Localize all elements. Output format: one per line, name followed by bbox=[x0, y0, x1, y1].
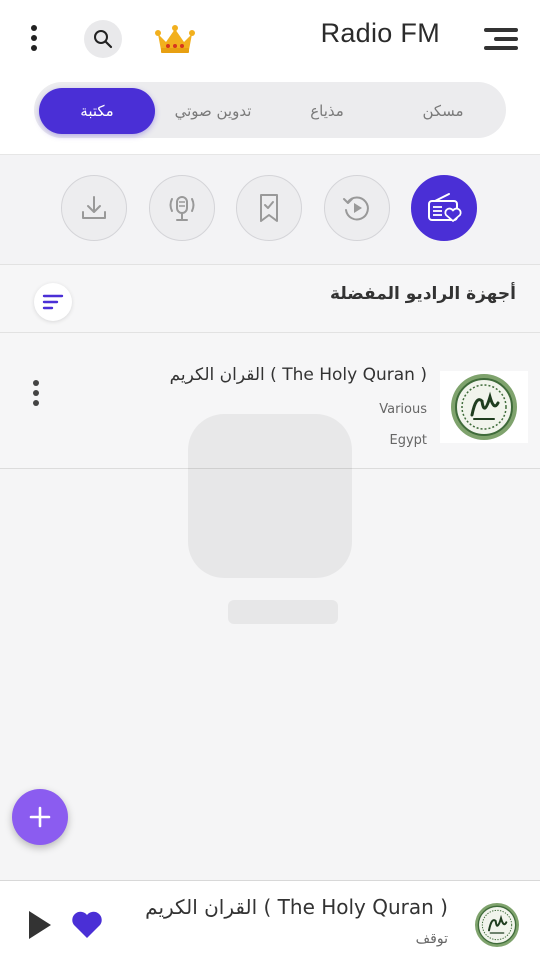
favorites-section-header: أجهزة الراديو المفضلة bbox=[0, 265, 540, 333]
app-header: Radio FM مكتبة تدوين صوتي مذياع مسكن bbox=[0, 0, 540, 155]
tab-podcasts[interactable]: تدوين صوتي bbox=[160, 88, 266, 134]
tab-radio[interactable]: مذياع bbox=[274, 88, 380, 134]
watermark-logo bbox=[188, 414, 352, 644]
sort-button[interactable] bbox=[34, 283, 72, 321]
podcast-microphone-icon bbox=[169, 196, 195, 221]
premium-crown-icon[interactable] bbox=[154, 24, 196, 56]
bookmark-icon bbox=[260, 194, 278, 222]
history-icon bbox=[343, 196, 369, 221]
plus-icon bbox=[29, 806, 51, 828]
section-title: أجهزة الراديو المفضلة bbox=[330, 284, 516, 304]
playback-status: توقف bbox=[415, 931, 448, 947]
hamburger-menu-icon[interactable] bbox=[482, 26, 518, 52]
heart-icon bbox=[72, 911, 102, 938]
mini-player[interactable]: القران الكريم ( The Holy Quran ) توقف bbox=[0, 880, 540, 966]
tab-home[interactable]: مسكن bbox=[390, 88, 496, 134]
more-options-icon[interactable] bbox=[22, 22, 46, 54]
downloads-button[interactable] bbox=[61, 175, 127, 241]
station-title: القران الكريم ( The Holy Quran ) bbox=[169, 365, 427, 385]
tab-library[interactable]: مكتبة bbox=[39, 88, 155, 134]
bookmarks-button[interactable] bbox=[236, 175, 302, 241]
sort-icon bbox=[42, 294, 64, 310]
library-category-row bbox=[0, 155, 540, 265]
podcasts-button[interactable] bbox=[149, 175, 215, 241]
station-options-icon[interactable] bbox=[26, 377, 46, 409]
main-tabs: مكتبة تدوين صوتي مذياع مسكن bbox=[34, 82, 506, 138]
radio-favorite-icon bbox=[428, 193, 462, 222]
now-playing-logo bbox=[472, 900, 522, 950]
station-country: Egypt bbox=[389, 433, 427, 448]
add-station-button[interactable] bbox=[12, 789, 68, 845]
download-icon bbox=[82, 196, 106, 219]
search-icon bbox=[94, 30, 113, 49]
history-button[interactable] bbox=[324, 175, 390, 241]
station-logo bbox=[440, 371, 528, 443]
favorite-radios-button[interactable] bbox=[411, 175, 477, 241]
app-title: Radio FM bbox=[320, 18, 440, 48]
favorite-button[interactable] bbox=[70, 909, 104, 941]
search-button[interactable] bbox=[84, 20, 122, 58]
play-icon bbox=[29, 911, 51, 939]
station-genre: Various bbox=[379, 402, 427, 417]
now-playing-title: القران الكريم ( The Holy Quran ) bbox=[145, 895, 448, 919]
play-button[interactable] bbox=[26, 909, 54, 941]
